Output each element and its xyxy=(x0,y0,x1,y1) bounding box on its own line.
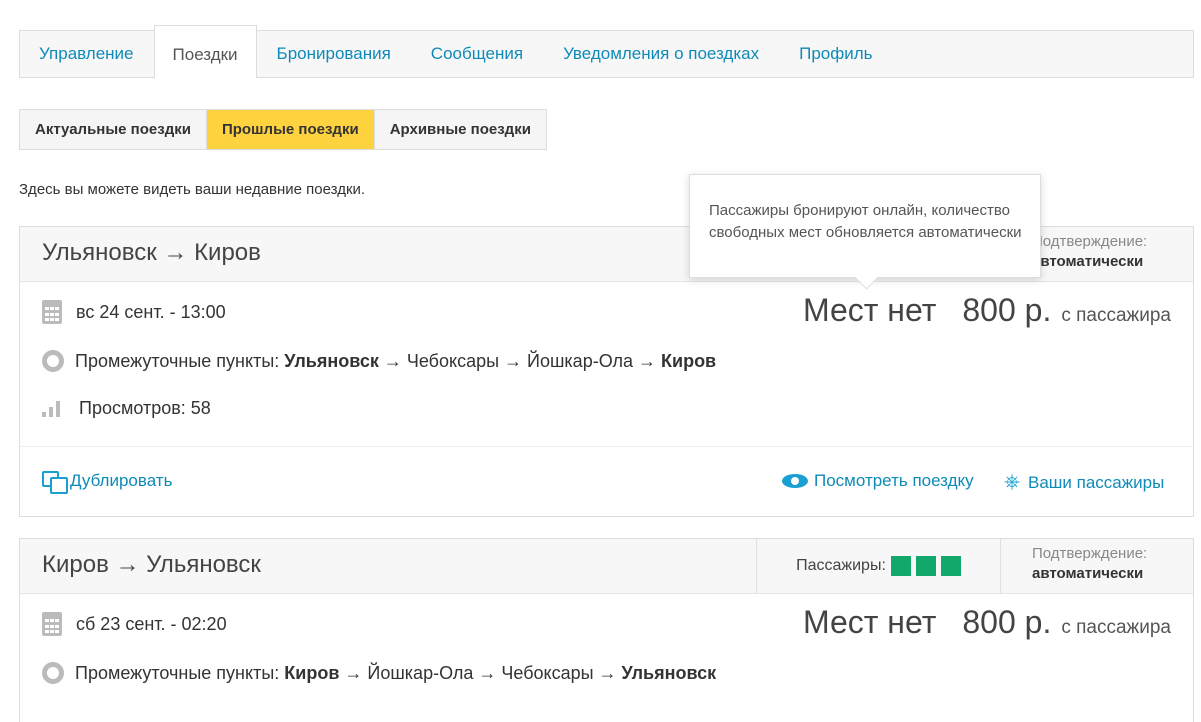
duplicate-icon xyxy=(42,471,68,494)
your-passengers-label: Ваши пассажиры xyxy=(1028,472,1165,492)
passenger-seat-filled xyxy=(890,556,911,576)
trip-datetime-row: вс 24 сент. - 13:00 xyxy=(42,300,226,324)
price-block: Мест нет 800 р. с пассажира xyxy=(803,292,1171,329)
stops-end: Ульяновск xyxy=(621,662,717,683)
calendar-icon xyxy=(42,300,62,324)
main-tabs: Управление Поездки Бронирования Сообщени… xyxy=(19,25,1194,78)
confirmation-label: Подтверждение: xyxy=(1032,545,1148,562)
eye-icon xyxy=(782,474,808,488)
stops-start: Киров xyxy=(284,662,340,683)
price-per: с пассажира xyxy=(1061,617,1171,638)
stops-middle: → Йошкар-Ола → Чебоксары → xyxy=(339,662,622,683)
trip-datetime: вс 24 сент. - 13:00 xyxy=(76,301,226,322)
stats-bars-icon xyxy=(42,400,64,417)
confirmation-info: Подтверждение: автоматически xyxy=(1032,544,1147,584)
trip-actions: Дублировать Посмотреть поездку ⎈ Ваши па… xyxy=(20,446,1193,515)
trip-stops-row: Промежуточные пункты: Ульяновск → Чебокс… xyxy=(42,350,716,372)
waypoint-icon xyxy=(42,350,64,372)
trip-route[interactable]: Киров → Ульяновск xyxy=(42,551,261,579)
tab-trips[interactable]: Поездки xyxy=(153,25,257,78)
calendar-icon xyxy=(42,612,62,636)
confirmation-value: автоматически xyxy=(1032,253,1144,270)
intro-text: Здесь вы можете видеть ваши недавние пое… xyxy=(19,181,366,198)
tab-trip-notifications[interactable]: Уведомления о поездках xyxy=(543,31,779,77)
trip-filter-tabs: Актуальные поездки Прошлые поездки Архив… xyxy=(19,109,547,150)
booking-tooltip: Пассажиры бронируют онлайн, количество с… xyxy=(689,174,1041,278)
trip-stops-row: Промежуточные пункты: Киров → Йошкар-Ола… xyxy=(42,662,716,684)
views-count: Просмотров: 58 xyxy=(79,398,211,418)
tab-messages[interactable]: Сообщения xyxy=(411,31,543,77)
seat-icon: ⎈ xyxy=(1004,471,1020,493)
passengers-label: Пассажиры: xyxy=(796,557,886,574)
trip-card-header: Киров → Ульяновск Пассажиры: Подтвержден… xyxy=(20,539,1193,594)
tab-bookings[interactable]: Бронирования xyxy=(257,31,411,77)
stops-label: Промежуточные пункты: xyxy=(75,662,280,683)
trip-views-row: Просмотров: 58 xyxy=(42,398,211,419)
confirmation-label: Подтверждение: xyxy=(1032,233,1148,250)
seats-status: Мест нет xyxy=(802,292,937,328)
view-trip-label: Посмотреть поездку xyxy=(814,471,974,490)
stops-start: Ульяновск xyxy=(284,350,379,371)
stops-middle: → Чебоксары → Йошкар-Ола → xyxy=(378,350,662,371)
confirmation-info: Подтверждение: автоматически xyxy=(1032,232,1147,272)
subtab-archived-trips[interactable]: Архивные поездки xyxy=(373,110,546,149)
price-per: с пассажира xyxy=(1061,305,1171,326)
trip-datetime: сб 23 сент. - 02:20 xyxy=(76,613,227,634)
trip-price: 800 р. xyxy=(962,604,1052,640)
duplicate-label: Дублировать xyxy=(70,471,173,490)
tab-profile[interactable]: Профиль xyxy=(779,31,892,77)
passenger-seat-filled xyxy=(940,556,961,576)
your-passengers-link[interactable]: ⎈ Ваши пассажиры xyxy=(1004,471,1164,494)
duplicate-button[interactable]: Дублировать xyxy=(42,471,173,494)
waypoint-icon xyxy=(42,662,64,684)
stops-end: Киров xyxy=(661,350,717,371)
seats-status: Мест нет xyxy=(802,604,937,640)
subtab-past-trips[interactable]: Прошлые поездки xyxy=(205,110,374,149)
trip-route[interactable]: Ульяновск → Киров xyxy=(42,239,261,267)
passenger-seat-filled xyxy=(915,556,936,576)
stops-label: Промежуточные пункты: xyxy=(75,350,280,371)
tab-management[interactable]: Управление xyxy=(20,31,154,77)
trip-card: Киров → Ульяновск Пассажиры: Подтвержден… xyxy=(19,538,1194,722)
view-trip-link[interactable]: Посмотреть поездку xyxy=(782,471,974,491)
confirmation-value: автоматически xyxy=(1032,565,1144,582)
passengers-indicator: Пассажиры: xyxy=(756,539,1001,593)
trip-price: 800 р. xyxy=(962,292,1052,328)
trip-datetime-row: сб 23 сент. - 02:20 xyxy=(42,612,227,636)
subtab-current-trips[interactable]: Актуальные поездки xyxy=(20,110,206,149)
price-block: Мест нет 800 р. с пассажира xyxy=(803,604,1171,641)
